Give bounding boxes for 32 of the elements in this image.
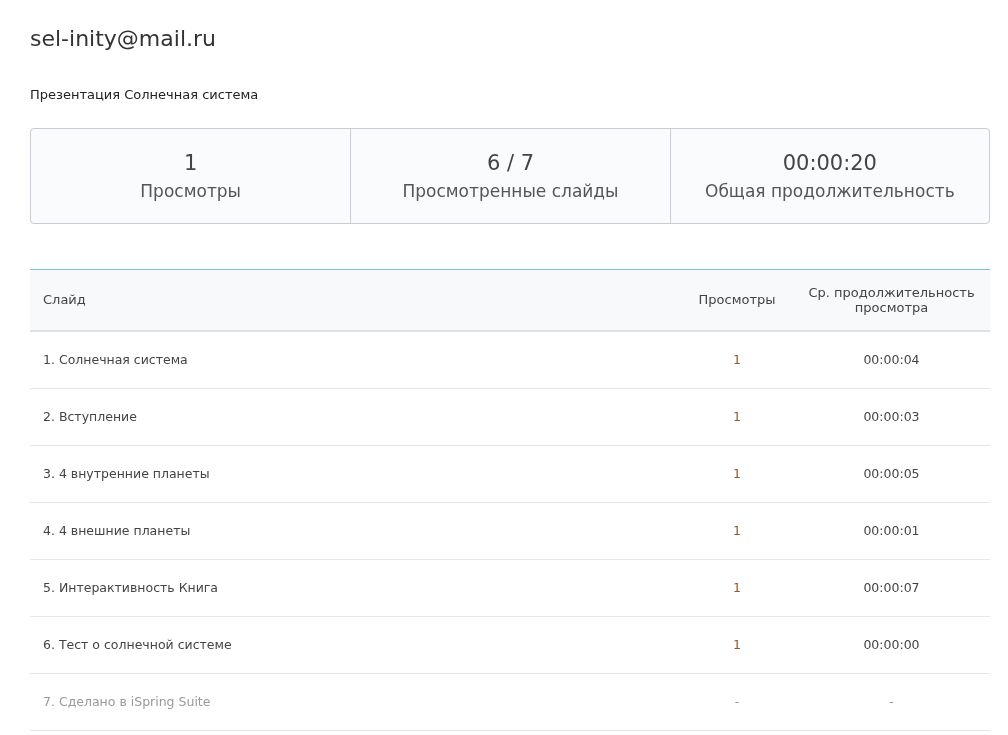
table-cell: 1 — [681, 502, 793, 559]
table-cell: 00:00:01 — [793, 502, 990, 559]
table-cell: - — [793, 673, 990, 730]
table-cell: 00:00:05 — [793, 445, 990, 502]
table-cell: 4. 4 внешние планеты — [30, 502, 681, 559]
stat-label: Общая продолжительность — [705, 181, 955, 201]
table-cell: 5. Интерактивность Книга — [30, 559, 681, 616]
table-cell: 2. Вступление — [30, 388, 681, 445]
table-cell: 1 — [681, 559, 793, 616]
stat-value: 1 — [183, 151, 198, 175]
table-cell: 1 — [681, 330, 793, 388]
table-cell: 00:00:03 — [793, 388, 990, 445]
table-cell: 3. 4 внутренние планеты — [30, 445, 681, 502]
table-cell: 00:00:00 — [793, 616, 990, 673]
stat-label: Просмотренные слайды — [402, 181, 619, 201]
table-cell: 1 — [681, 445, 793, 502]
table-cell: 1. Солнечная система — [30, 330, 681, 388]
user-email: sel-inity@mail.ru — [30, 26, 217, 51]
column-header: Слайд — [30, 269, 681, 331]
table-cell: 1 — [681, 388, 793, 445]
stat-value: 6 / 7 — [486, 151, 535, 175]
table-cell: 7. Сделано в iSpring Suite — [30, 673, 681, 730]
stat-value: 00:00:20 — [782, 151, 877, 175]
table-cell: 6. Тест о солнечной системе — [30, 616, 681, 673]
table-cell: 00:00:07 — [793, 559, 990, 616]
table-cell: 00:00:04 — [793, 330, 990, 388]
column-header: Просмотры — [681, 269, 793, 331]
stat-label: Просмотры — [140, 181, 241, 201]
column-header: Ср. продолжительность просмотра — [793, 269, 990, 331]
table-cell: 1 — [681, 616, 793, 673]
presentation-title: Презентация Солнечная система — [30, 87, 260, 102]
table-cell: - — [681, 673, 793, 730]
